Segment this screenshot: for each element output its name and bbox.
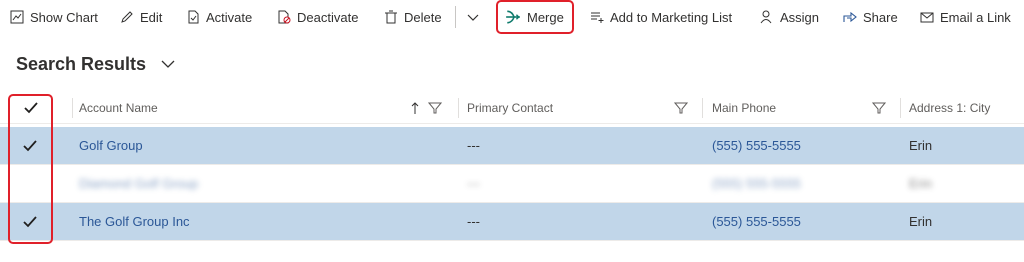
filter-icon[interactable] [674, 101, 688, 115]
activate-icon [188, 10, 199, 24]
pencil-icon [121, 11, 133, 23]
column-header-account-name[interactable]: Account Name [79, 93, 158, 123]
email-link-icon [920, 12, 934, 23]
deactivate-icon [278, 10, 291, 24]
delete-button[interactable]: Delete [384, 0, 442, 34]
column-label: Account Name [79, 101, 158, 115]
city-cell: Erin [909, 176, 933, 191]
column-divider [458, 98, 459, 118]
command-bar: Show Chart Edit Activate Deactivate Dele… [0, 0, 1024, 34]
chevron-down-icon [467, 14, 479, 21]
view-title: Search Results [16, 53, 147, 74]
add-to-marketing-list-button[interactable]: Add to Marketing List [590, 0, 732, 34]
city-cell: Erin [909, 214, 933, 229]
account-name-link[interactable]: The Golf Group Inc [79, 203, 190, 240]
email-link-button[interactable]: Email a Link [920, 0, 1011, 34]
sort-ascending-icon[interactable] [408, 101, 422, 115]
activate-button[interactable]: Activate [186, 0, 252, 34]
more-commands-button[interactable] [466, 0, 486, 34]
deactivate-button[interactable]: Deactivate [277, 0, 358, 34]
grid-header: Account Name Primary Contact Main Phone … [0, 93, 1024, 124]
person-icon [760, 10, 772, 24]
chevron-down-icon [161, 60, 175, 68]
merge-highlight-box [496, 0, 574, 34]
activate-label: Activate [206, 9, 253, 25]
column-header-main-phone[interactable]: Main Phone [712, 93, 776, 123]
edit-label: Edit [140, 9, 163, 25]
filter-icon[interactable] [872, 101, 886, 115]
view-selector[interactable]: Search Results [16, 50, 176, 78]
table-row[interactable]: Golf Group --- (555) 555-5555 Erin [0, 127, 1024, 164]
email-link-label: Email a Link [940, 9, 1011, 25]
column-divider [900, 98, 901, 118]
list-add-icon [591, 12, 604, 23]
add-to-marketing-list-label: Add to Marketing List [610, 9, 733, 25]
selection-highlight-box [8, 94, 53, 244]
show-chart-label: Show Chart [30, 9, 98, 25]
column-label: Address 1: City [909, 101, 991, 115]
city-cell: Erin [909, 138, 933, 153]
main-phone-link[interactable]: (555) 555-5555 [712, 165, 801, 202]
toolbar-divider [455, 6, 456, 28]
filter-icon[interactable] [428, 101, 442, 115]
column-header-address-city[interactable]: Address 1: City [909, 93, 990, 123]
share-button[interactable]: Share [843, 0, 898, 34]
row-divider [0, 240, 1024, 241]
column-label: Primary Contact [467, 101, 554, 115]
show-chart-button[interactable]: Show Chart [10, 0, 98, 34]
account-name-link[interactable]: Golf Group [79, 127, 143, 164]
delete-label: Delete [404, 9, 442, 25]
column-header-primary-contact[interactable]: Primary Contact [467, 93, 553, 123]
table-row[interactable]: Diamond Golf Group --- (555) 555-5555 Er… [0, 165, 1024, 202]
account-name-link[interactable]: Diamond Golf Group [79, 165, 198, 202]
edit-button[interactable]: Edit [120, 0, 162, 34]
primary-contact-cell: --- [467, 176, 480, 191]
share-icon [843, 11, 857, 23]
share-label: Share [863, 9, 898, 25]
primary-contact-cell: --- [467, 214, 480, 229]
assign-label: Assign [780, 9, 820, 25]
chart-icon [10, 10, 24, 24]
deactivate-label: Deactivate [297, 9, 359, 25]
table-row[interactable]: The Golf Group Inc --- (555) 555-5555 Er… [0, 203, 1024, 240]
column-divider [72, 98, 73, 118]
main-phone-link[interactable]: (555) 555-5555 [712, 203, 801, 240]
column-divider [702, 98, 703, 118]
assign-button[interactable]: Assign [760, 0, 819, 34]
trash-icon [385, 10, 397, 24]
primary-contact-cell: --- [467, 138, 480, 153]
main-phone-link[interactable]: (555) 555-5555 [712, 127, 801, 164]
column-label: Main Phone [712, 101, 777, 115]
